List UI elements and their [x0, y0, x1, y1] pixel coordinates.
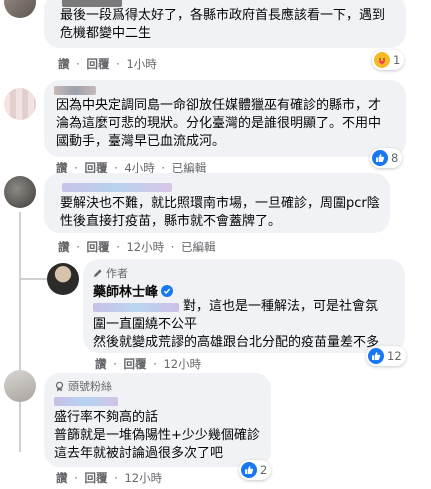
comment-bubble: 作者 藥師林士峰 對，這也是一種解法，可是社會氛 圍一直圍繞不公平 然後就變成荒…: [83, 259, 405, 353]
like-icon: [368, 348, 384, 364]
comment-text-line: 淪為這麼可悲的現狀。分化臺灣的是誰很明顯了。不用中: [56, 116, 382, 131]
comment-actions: 讚 · 回覆 · 1小時: [58, 57, 157, 71]
like-link[interactable]: 讚: [95, 357, 107, 371]
comment-text-line: 普篩就是一堆偽陽性+少少幾個確診: [54, 428, 260, 443]
comment-bubble: 要解決也不難，就比照環南市場，一旦確診，周圍pcr陰 性後直接打疫苗，縣市就不會…: [44, 173, 390, 233]
care-icon: [374, 52, 390, 68]
edited-label: 已編輯: [181, 240, 216, 254]
avatar[interactable]: [4, 0, 36, 18]
comment-text-line: 盛行率不夠高的話: [54, 410, 159, 425]
redacted-name: [62, 183, 172, 192]
author-name[interactable]: 藥師林士峰: [93, 281, 158, 300]
comment-actions: 讚 · 回覆 · 12小時: [95, 357, 202, 371]
reply-link[interactable]: 回覆: [123, 357, 146, 371]
like-link[interactable]: 讚: [58, 57, 70, 71]
comment-bubble: 因為中央定調同島一命卻放任媒體獵巫有確診的縣市，才 淪為這麼可悲的現狀。分化臺灣…: [44, 80, 406, 157]
avatar[interactable]: [4, 370, 36, 402]
timestamp[interactable]: 12小時: [163, 357, 201, 371]
reaction-count[interactable]: 8: [370, 148, 403, 168]
comment-bubble: 頭號粉絲 盛行率不夠高的話 普篩就是一堆偽陽性+少少幾個確診 這去年就被討論過很…: [44, 373, 271, 467]
avatar[interactable]: [4, 176, 36, 208]
reaction-count-label: 1: [393, 53, 401, 67]
comment-text-line: 危機都變中二生: [60, 26, 152, 41]
verified-icon: [161, 284, 174, 297]
reaction-count-label: 12: [387, 349, 402, 363]
comment-text-line: 要解決也不難，就比照環南市場，一旦確診，周圍pcr陰: [60, 196, 380, 211]
author-badge: 作者: [93, 265, 128, 281]
reply-link[interactable]: 回覆: [86, 57, 109, 71]
redacted-name: [54, 86, 96, 95]
timestamp[interactable]: 12小時: [124, 471, 162, 485]
timestamp[interactable]: 12小時: [126, 240, 164, 254]
comment-actions: 讚 · 回覆 · 12小時 · 已編輯: [58, 240, 216, 254]
pen-icon: [93, 268, 103, 278]
redacted-name: [54, 397, 118, 406]
reply-link[interactable]: 回覆: [84, 471, 107, 485]
reaction-count-label: 2: [260, 463, 268, 477]
comment-text-line: 性後直接打疫苗，縣市就不會蓋牌了。: [60, 214, 282, 229]
comment-text-line: 圍一直圍繞不公平: [93, 317, 198, 332]
comment-text-line: 這去年就被討論過很多次了吧: [54, 446, 224, 461]
comment-text-line: 最後一段爲得太好了，各縣市政府首長應該看一下，遇到: [60, 8, 386, 23]
author-avatar[interactable]: [47, 263, 79, 295]
comment-bubble: 最後一段爲得太好了，各縣市政府首長應該看一下，遇到 危機都變中二生: [44, 0, 406, 48]
thread-line: [19, 212, 21, 452]
like-link[interactable]: 讚: [58, 240, 70, 254]
comment-text-line: 因為中央定調同島一命卻放任媒體獵巫有確診的縣市，才: [56, 98, 382, 113]
top-fan-icon: [54, 381, 65, 392]
like-icon: [241, 462, 257, 478]
reaction-count[interactable]: 1: [372, 50, 405, 70]
fan-badge: 頭號粉絲: [54, 378, 112, 394]
comment-actions: 讚 · 回覆 · 12小時: [56, 471, 163, 485]
comment-text-line: 然後就變成荒謬的高雄跟台北分配的疫苗量差不多: [93, 335, 380, 350]
thread-connector: [19, 278, 47, 280]
author-name-row: 藥師林士峰: [93, 281, 174, 300]
redacted-name: [62, 0, 122, 7]
like-link[interactable]: 讚: [56, 471, 68, 485]
like-icon: [372, 150, 388, 166]
comment-text-line: 國動手，臺灣早已血流成河。: [56, 134, 226, 149]
reaction-count[interactable]: 2: [239, 460, 272, 480]
redacted-mention: [93, 303, 179, 312]
reaction-count[interactable]: 12: [366, 346, 406, 366]
reaction-count-label: 8: [391, 151, 399, 165]
comment-text-line: 對，這也是一種解法，可是社會氛: [183, 299, 379, 314]
timestamp[interactable]: 1小時: [126, 57, 156, 71]
avatar[interactable]: [4, 88, 36, 120]
reply-link[interactable]: 回覆: [86, 240, 109, 254]
